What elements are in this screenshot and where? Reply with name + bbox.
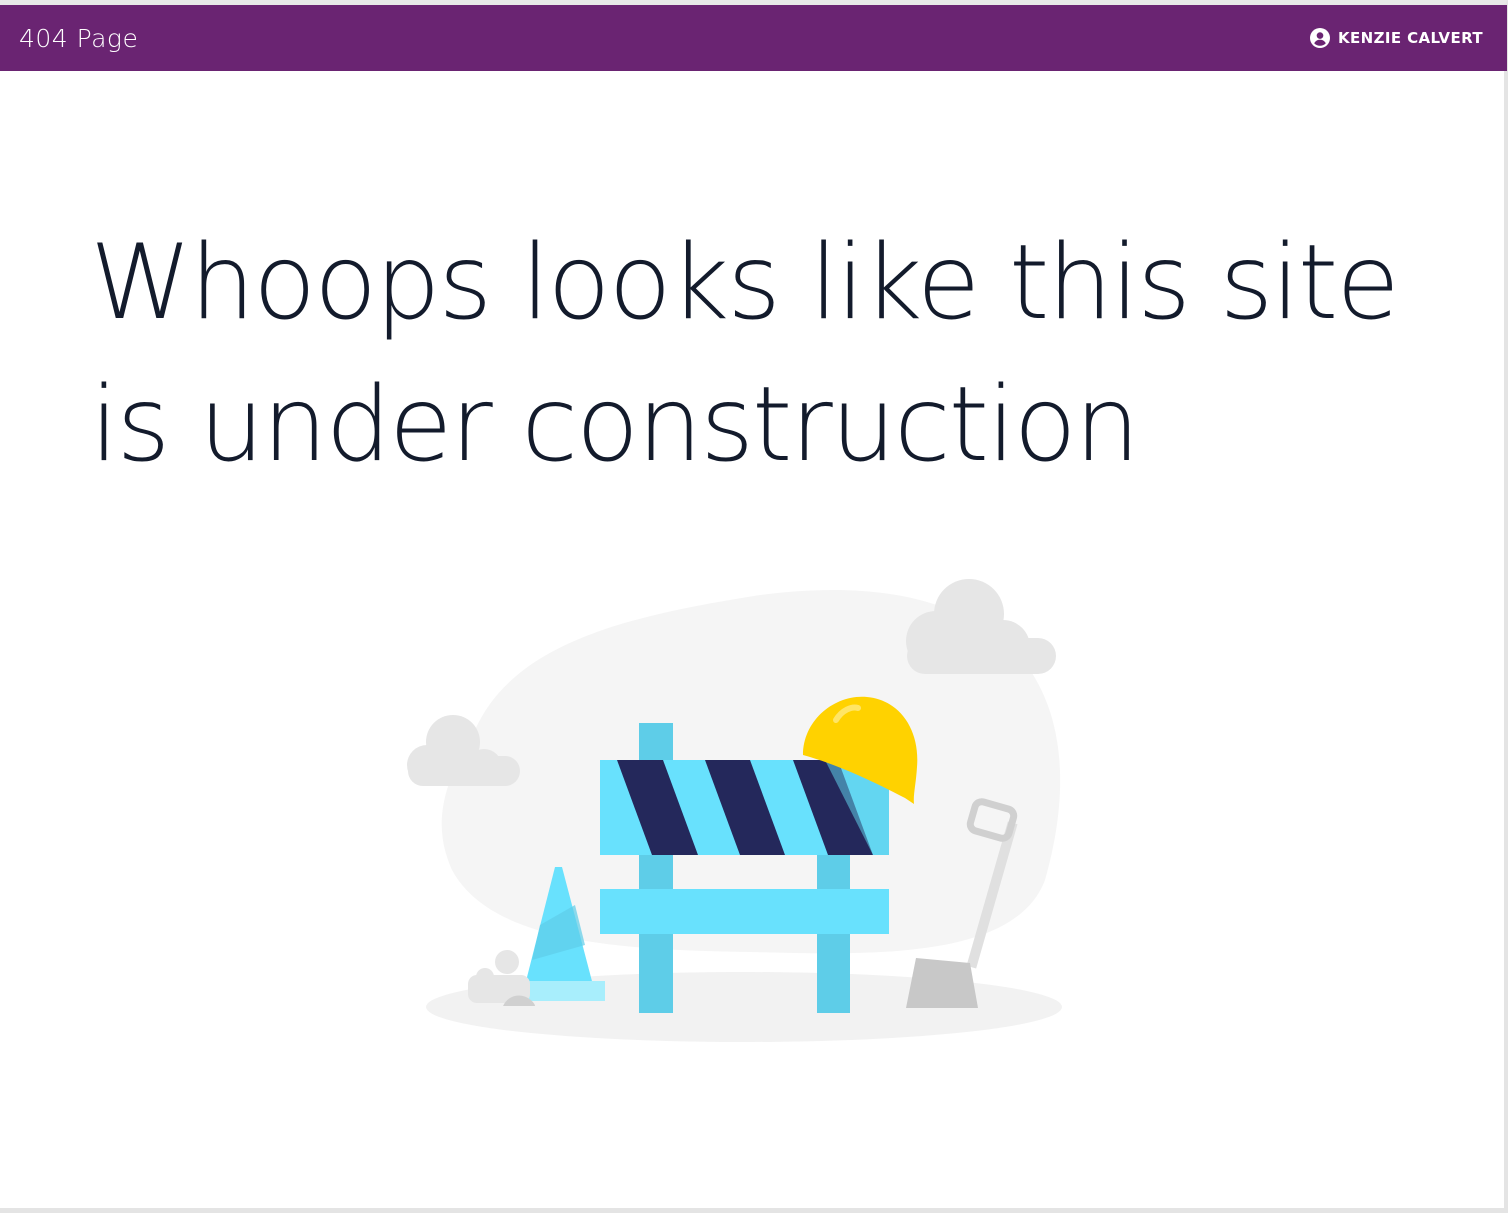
page-title: 404 Page — [19, 23, 139, 53]
user-menu-button[interactable]: KENZIE CALVERT — [1309, 28, 1483, 48]
cloud-icon — [906, 579, 1056, 674]
user-name: KENZIE CALVERT — [1337, 29, 1483, 47]
app-header: 404 Page KENZIE CALVERT — [0, 5, 1507, 71]
account-circle-icon — [1309, 28, 1330, 48]
construction-barrier-illustration — [407, 579, 1062, 1042]
rock-icon — [468, 950, 530, 1003]
page-headline: Whoops looks like this site is under con… — [90, 223, 1400, 485]
barrier-lower-board — [600, 889, 889, 934]
